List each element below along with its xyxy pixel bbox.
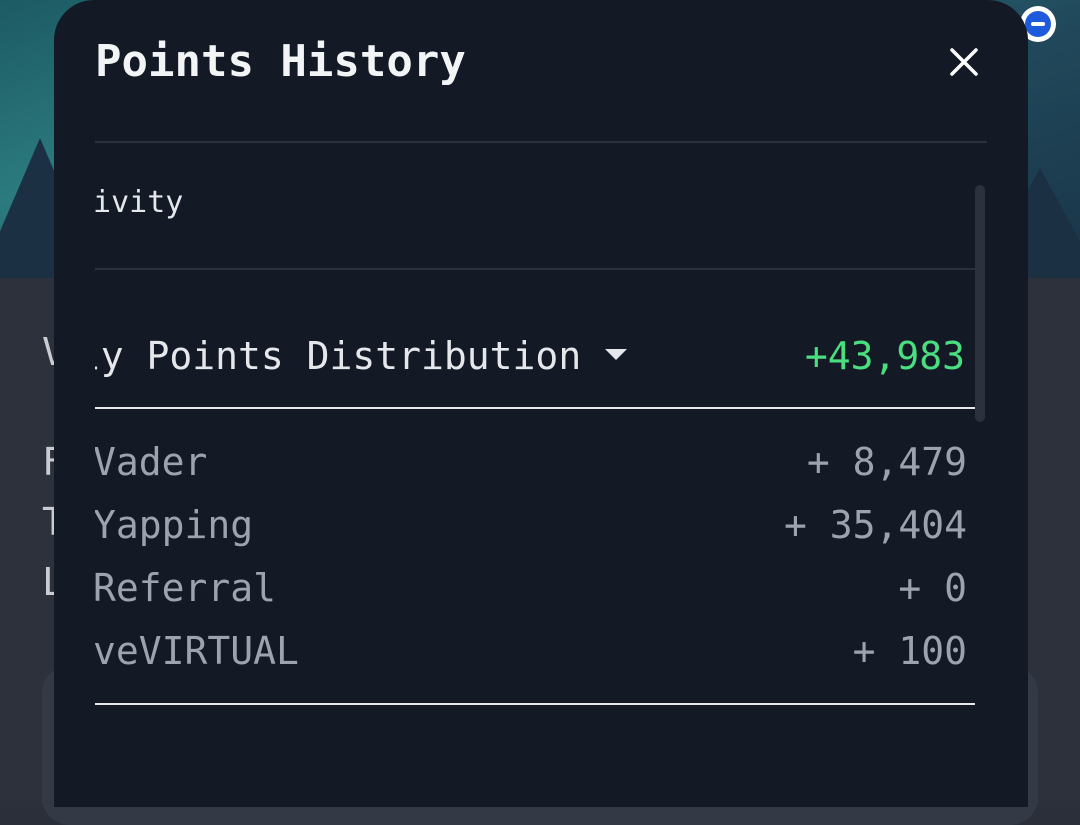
- points-history-modal: Points History tivity ily Points Distrib…: [54, 0, 1028, 807]
- points-history-content[interactable]: tivity ily Points Distribution +43,983 V…: [95, 143, 987, 807]
- points-source-label: Referral: [95, 566, 277, 610]
- list-item: veVIRTUAL + 100: [95, 626, 975, 676]
- points-source-label: Yapping: [95, 503, 254, 547]
- distribution-title-label: ily Points Distribution: [95, 334, 582, 378]
- points-source-value: + 100: [852, 629, 967, 673]
- tab-divider: [95, 268, 975, 270]
- tab-activity[interactable]: tivity: [95, 185, 183, 220]
- points-source-value: + 35,404: [783, 503, 967, 547]
- distribution-total: +43,983: [804, 334, 965, 378]
- close-button[interactable]: [942, 40, 986, 84]
- distribution-title[interactable]: ily Points Distribution: [95, 331, 628, 381]
- points-source-label: veVIRTUAL: [95, 629, 299, 673]
- list-item: Vader + 8,479: [95, 437, 975, 487]
- caret-down-icon[interactable]: [605, 349, 628, 360]
- scrollbar[interactable]: [975, 185, 985, 422]
- modal-title: Points History: [95, 36, 466, 87]
- list-item: Yapping + 35,404: [95, 500, 975, 550]
- points-source-label: Vader: [95, 440, 208, 484]
- distribution-divider: [95, 407, 975, 409]
- points-source-value: + 8,479: [806, 440, 967, 484]
- distribution-header[interactable]: ily Points Distribution +43,983: [95, 331, 975, 381]
- distribution-bottom-divider: [95, 703, 975, 705]
- close-icon: [950, 48, 978, 76]
- points-source-value: + 0: [898, 566, 967, 610]
- list-item: Referral + 0: [95, 563, 975, 613]
